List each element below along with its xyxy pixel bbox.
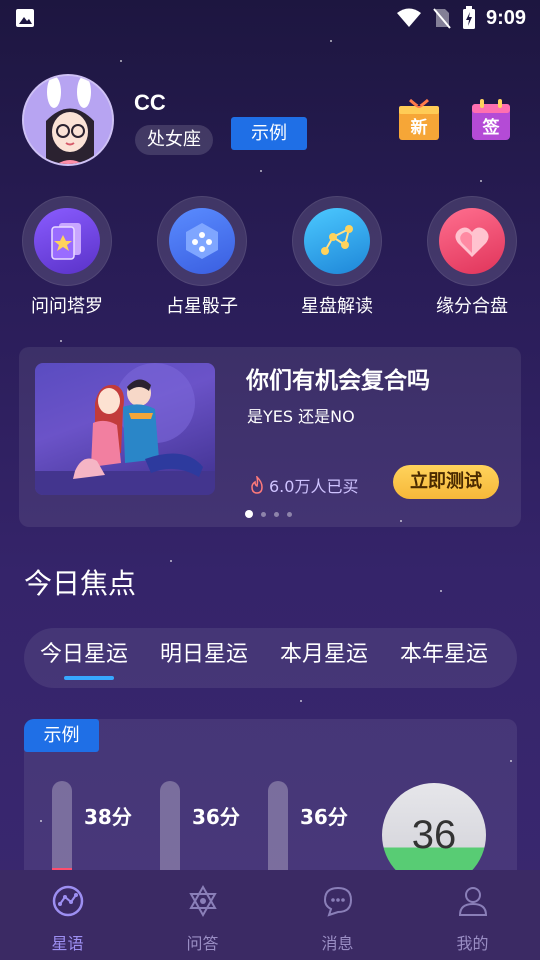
nav-label: 我的 xyxy=(456,934,489,953)
feature-label: 星盘解读 xyxy=(301,296,373,317)
wifi-icon xyxy=(396,8,421,27)
feature-label: 占星骰子 xyxy=(166,296,238,317)
buyers-count: 6.0万人已买 xyxy=(249,473,358,497)
bottom-nav: 星语 问答 消息 我的 xyxy=(0,870,540,960)
fire-icon xyxy=(251,476,263,494)
no-sim-icon xyxy=(433,8,451,29)
person-icon xyxy=(456,884,490,918)
username: CC xyxy=(134,90,166,115)
svg-text:签: 签 xyxy=(482,117,501,138)
sample-tag: 示例 xyxy=(24,719,99,752)
nav-label: 问答 xyxy=(186,934,219,953)
couple-illustration xyxy=(35,363,215,495)
status-bar: 9:09 xyxy=(0,0,540,36)
fortune-tabs: 今日星运 明日星运 本月星运 本年星运 xyxy=(24,628,517,688)
checkin-calendar-icon[interactable]: 签 xyxy=(470,96,512,142)
chat-bubble-icon xyxy=(321,884,355,918)
tab-today[interactable]: 今日星运 xyxy=(24,628,144,688)
carousel-dot[interactable] xyxy=(261,511,266,517)
feature-label: 问问塔罗 xyxy=(31,296,103,317)
tarot-icon xyxy=(34,208,100,274)
carousel-dot[interactable] xyxy=(274,511,279,517)
banner-subtitle: 是YES 还是NO xyxy=(247,407,355,426)
buyers-text: 6.0万人已买 xyxy=(269,477,359,496)
dice-icon xyxy=(169,208,235,274)
feature-dice[interactable]: 占星骰子 xyxy=(142,196,262,318)
svg-text:新: 新 xyxy=(411,117,428,138)
avatar[interactable] xyxy=(22,74,114,166)
feature-tarot[interactable]: 问问塔罗 xyxy=(7,196,127,318)
tab-year[interactable]: 本年星运 xyxy=(384,628,504,688)
sample-badge: 示例 xyxy=(231,117,307,150)
nav-item-profile[interactable]: 我的 xyxy=(405,870,540,960)
new-gift-icon[interactable]: 新 xyxy=(396,96,442,142)
constellation-icon xyxy=(51,884,85,918)
tab-tomorrow[interactable]: 明日星运 xyxy=(144,628,264,688)
zodiac-sign: 处女座 xyxy=(135,125,213,155)
gallery-icon xyxy=(16,9,34,27)
heart-icon xyxy=(439,208,505,274)
score-bar-label: 36分 xyxy=(192,805,240,829)
clock: 9:09 xyxy=(485,6,526,29)
nav-label: 消息 xyxy=(321,934,354,953)
carousel-dot[interactable] xyxy=(287,511,292,517)
nav-item-qa[interactable]: 问答 xyxy=(135,870,270,960)
nav-item-messages[interactable]: 消息 xyxy=(270,870,405,960)
section-title: 今日焦点 xyxy=(24,567,137,600)
chart-icon xyxy=(304,208,370,274)
feature-label: 缘分合盘 xyxy=(436,296,508,317)
feature-chart[interactable]: 星盘解读 xyxy=(277,196,397,318)
battery-icon xyxy=(462,6,475,29)
score-bar-label: 38分 xyxy=(84,805,132,829)
feature-match[interactable]: 缘分合盘 xyxy=(412,196,532,318)
test-now-button[interactable]: 立即测试 xyxy=(393,465,499,499)
carousel-dot[interactable] xyxy=(245,510,253,518)
nav-item-home[interactable]: 星语 xyxy=(0,870,135,960)
tab-month[interactable]: 本月星运 xyxy=(264,628,384,688)
banner-title: 你们有机会复合吗 xyxy=(246,368,430,394)
carousel-dots[interactable] xyxy=(245,510,292,518)
score-bar-label: 36分 xyxy=(300,805,348,829)
promo-banner[interactable]: 你们有机会复合吗 是YES 还是NO 6.0万人已买 立即测试 xyxy=(19,347,521,527)
feature-grid: 问问塔罗 占星骰子 星盘解读 缘分合盘 xyxy=(0,196,540,320)
nav-label: 星语 xyxy=(51,934,84,953)
star-of-david-icon xyxy=(186,884,220,918)
profile-header: CC 处女座 示例 新 签 xyxy=(22,74,522,166)
